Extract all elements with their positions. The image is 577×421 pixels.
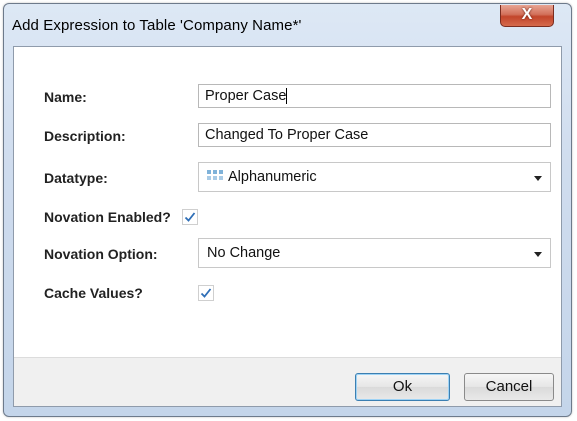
close-icon: X bbox=[521, 6, 533, 23]
dialog-window: Add Expression to Table 'Company Name*' … bbox=[3, 3, 572, 417]
description-field[interactable]: Changed To Proper Case bbox=[198, 123, 551, 147]
ok-button[interactable]: Ok bbox=[355, 373, 450, 401]
title-bar[interactable]: Add Expression to Table 'Company Name*' … bbox=[4, 4, 571, 46]
expression-form: Name: Proper Case Description: Changed T… bbox=[14, 47, 561, 358]
datatype-label: Datatype: bbox=[44, 170, 108, 186]
close-button[interactable]: X bbox=[500, 5, 554, 27]
cache-values-label: Cache Values? bbox=[44, 285, 143, 301]
datatype-dropdown[interactable]: Alphanumeric bbox=[198, 162, 551, 192]
chevron-down-icon bbox=[534, 252, 542, 257]
name-value: Proper Case bbox=[205, 88, 287, 104]
cache-values-checkbox[interactable] bbox=[198, 285, 214, 301]
checkmark-icon bbox=[200, 288, 212, 298]
description-label: Description: bbox=[44, 128, 126, 144]
alphanumeric-grid-icon bbox=[207, 170, 223, 180]
dialog-title: Add Expression to Table 'Company Name*' bbox=[12, 17, 302, 34]
checkmark-icon bbox=[184, 212, 196, 222]
dialog-body: Name: Proper Case Description: Changed T… bbox=[13, 46, 562, 407]
novation-option-label: Novation Option: bbox=[44, 246, 158, 262]
novation-enabled-label: Novation Enabled? bbox=[44, 209, 171, 225]
text-caret bbox=[286, 88, 288, 104]
cancel-button[interactable]: Cancel bbox=[464, 373, 554, 401]
description-value: Changed To Proper Case bbox=[205, 127, 369, 143]
name-label: Name: bbox=[44, 89, 87, 105]
novation-option-value: No Change bbox=[207, 245, 281, 261]
chevron-down-icon bbox=[534, 176, 542, 181]
novation-option-dropdown[interactable]: No Change bbox=[198, 238, 551, 268]
novation-enabled-checkbox[interactable] bbox=[182, 209, 198, 225]
datatype-value: Alphanumeric bbox=[228, 169, 317, 185]
name-field[interactable]: Proper Case bbox=[198, 84, 551, 108]
